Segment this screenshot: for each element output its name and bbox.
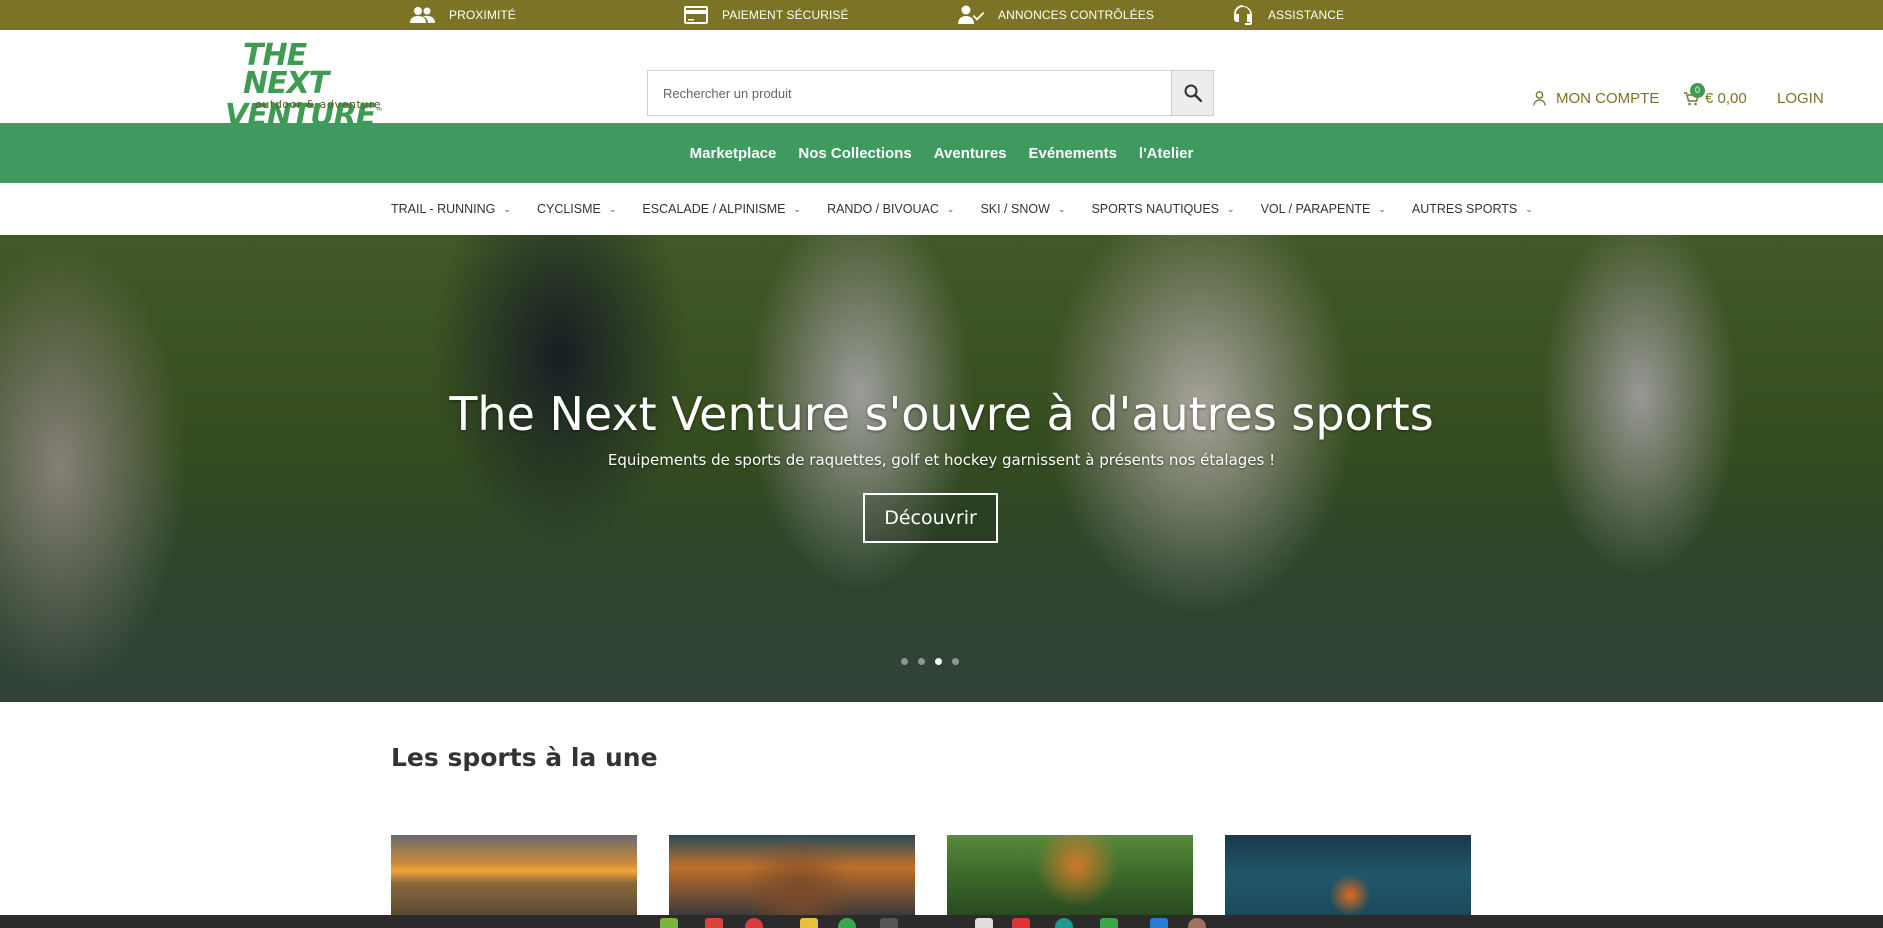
category-ski[interactable]: SKI / SNOW ⌄: [980, 202, 1065, 216]
topbar-item-proximite: PROXIMITÉ: [410, 0, 516, 30]
nav-item-atelier[interactable]: l'Atelier: [1139, 145, 1193, 162]
my-account-link[interactable]: MON COMPTE: [1533, 90, 1659, 107]
category-rando[interactable]: RANDO / BIVOUAC ⌄: [827, 202, 954, 216]
app-icon[interactable]: [880, 918, 898, 928]
credit-card-icon: [684, 6, 708, 24]
app-icon[interactable]: [660, 918, 678, 928]
nav-item-aventures[interactable]: Aventures: [934, 145, 1007, 162]
category-cyclisme[interactable]: CYCLISME ⌄: [537, 202, 616, 216]
cart-link[interactable]: 0 € 0,00: [1684, 83, 1747, 107]
site-logo[interactable]: THE NEXT VENTURE™ outdoor & adventure: [221, 40, 399, 131]
nav-item-evenements[interactable]: Evénements: [1029, 145, 1117, 162]
chevron-down-icon: ⌄: [793, 203, 802, 214]
search-input[interactable]: [648, 71, 1171, 115]
category-nautiques[interactable]: SPORTS NAUTIQUES ⌄: [1091, 202, 1234, 216]
slider-dot[interactable]: [918, 658, 925, 665]
featured-sports-title: Les sports à la une: [391, 743, 658, 772]
headset-icon: [1234, 5, 1252, 25]
category-nav: TRAIL - RUNNING ⌄ CYCLISME ⌄ ESCALADE / AL…: [0, 183, 1883, 235]
app-icon[interactable]: [1188, 918, 1206, 928]
category-escalade[interactable]: ESCALADE / ALPINISME ⌄: [642, 202, 801, 216]
category-trail-running[interactable]: TRAIL - RUNNING ⌄: [391, 202, 511, 216]
top-info-bar: PROXIMITÉ PAIEMENT SÉCURISÉ ANNONCES CON…: [0, 0, 1883, 30]
chevron-down-icon: ⌄: [1057, 203, 1066, 214]
os-taskbar: [0, 915, 1883, 928]
slider-dots: [901, 658, 959, 665]
main-nav: Marketplace Nos Collections Aventures Ev…: [0, 123, 1883, 183]
site-header: THE NEXT VENTURE™ outdoor & adventure MO…: [0, 30, 1883, 131]
chevron-down-icon: ⌄: [503, 203, 511, 214]
user-check-icon: [958, 5, 984, 24]
chevron-down-icon: ⌄: [1227, 203, 1235, 214]
nav-item-collections[interactable]: Nos Collections: [798, 145, 911, 162]
hero-title: The Next Venture s'ouvre à d'autres spor…: [449, 387, 1434, 441]
topbar-label: ANNONCES CONTRÔLÉES: [998, 8, 1154, 22]
app-icon[interactable]: [1150, 918, 1168, 928]
slider-dot[interactable]: [952, 658, 959, 665]
category-autres[interactable]: AUTRES SPORTS ⌄: [1412, 202, 1533, 216]
app-icon[interactable]: [1100, 918, 1118, 928]
topbar-label: PROXIMITÉ: [449, 8, 516, 22]
search-bar: [647, 70, 1214, 116]
app-icon[interactable]: [838, 918, 856, 928]
account-label: MON COMPTE: [1556, 90, 1660, 107]
category-vol[interactable]: VOL / PARAPENTE ⌄: [1261, 202, 1386, 216]
logo-wordmark: THE NEXT VENTURE™: [225, 38, 383, 133]
slider-dot-active[interactable]: [935, 658, 942, 665]
app-icon[interactable]: [800, 918, 818, 928]
logo-tagline: outdoor & adventure: [255, 98, 382, 111]
sport-card-image[interactable]: [1225, 835, 1471, 915]
discover-button[interactable]: Découvrir: [863, 493, 998, 543]
sport-card-image[interactable]: [391, 835, 637, 915]
topbar-item-assistance: ASSISTANCE: [1232, 0, 1344, 30]
cart-count-badge: 0: [1690, 83, 1705, 98]
sport-card-image[interactable]: [947, 835, 1193, 915]
app-icon[interactable]: [705, 918, 723, 928]
users-icon: [410, 7, 435, 23]
app-icon[interactable]: [1055, 918, 1073, 928]
hero-slider: The Next Venture s'ouvre à d'autres spor…: [0, 235, 1883, 702]
login-link[interactable]: LOGIN: [1777, 90, 1824, 107]
hero-subtitle: Equipements de sports de raquettes, golf…: [607, 451, 1276, 469]
slider-dot[interactable]: [901, 658, 908, 665]
chevron-down-icon: ⌄: [1378, 203, 1386, 214]
topbar-label: ASSISTANCE: [1268, 8, 1345, 22]
search-button[interactable]: [1171, 71, 1213, 115]
chevron-down-icon: ⌄: [1525, 203, 1533, 214]
app-icon[interactable]: [975, 918, 993, 928]
search-icon: [1184, 84, 1202, 102]
nav-item-marketplace[interactable]: Marketplace: [690, 145, 777, 162]
chevron-down-icon: ⌄: [608, 203, 617, 214]
chevron-down-icon: ⌄: [946, 203, 955, 214]
topbar-item-paiement: PAIEMENT SÉCURISÉ: [684, 0, 849, 30]
cart-total: € 0,00: [1705, 90, 1747, 107]
app-icon[interactable]: [1012, 918, 1030, 928]
topbar-label: PAIEMENT SÉCURISÉ: [722, 8, 849, 22]
user-icon: [1533, 91, 1546, 106]
topbar-item-annonces: ANNONCES CONTRÔLÉES: [958, 0, 1154, 30]
app-icon[interactable]: [745, 918, 763, 928]
sport-card-image[interactable]: [669, 835, 915, 915]
